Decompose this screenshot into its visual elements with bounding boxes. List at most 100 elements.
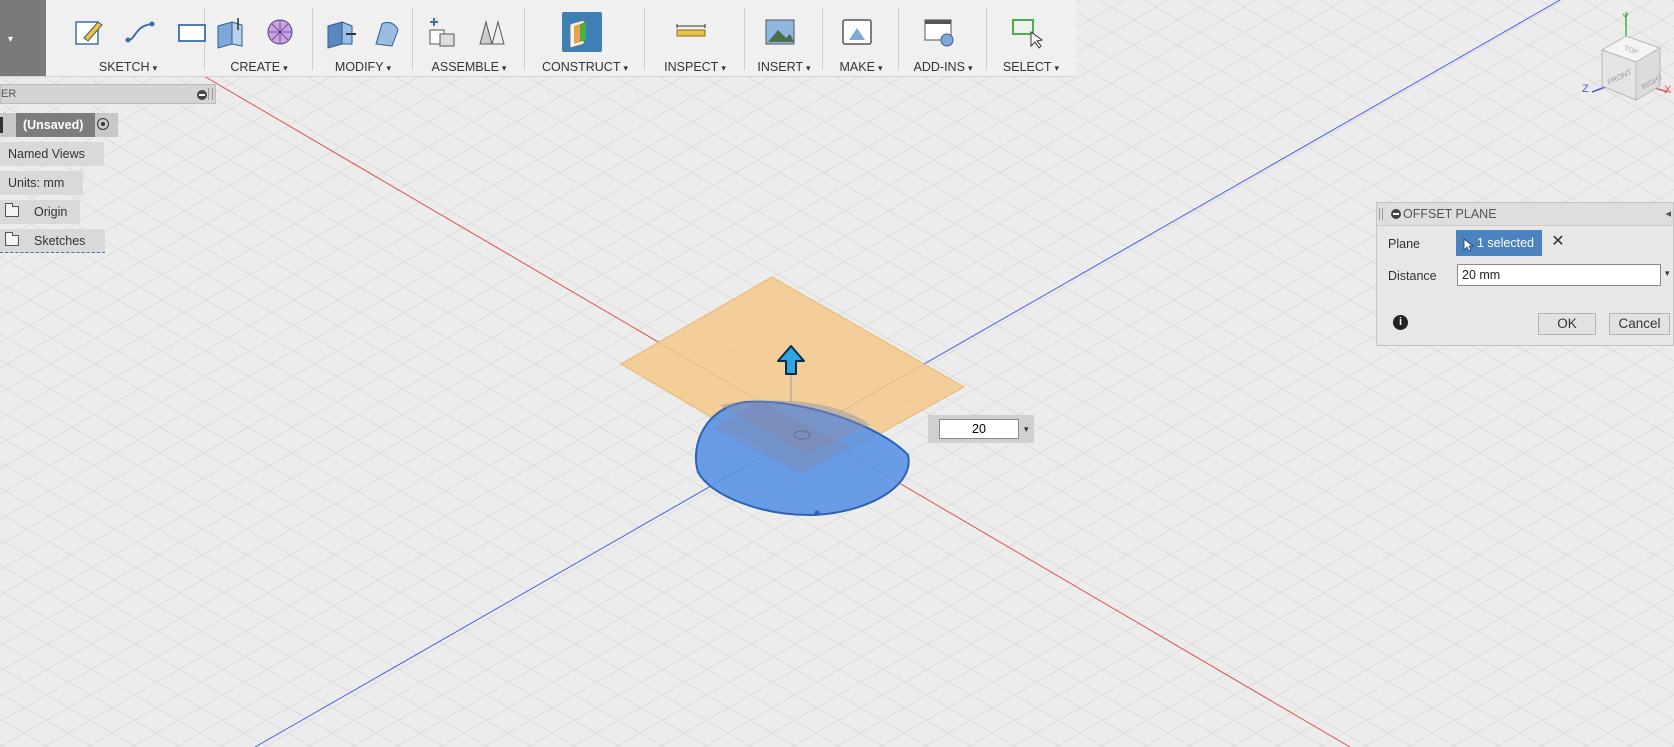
toolbar-group-select: SELECT ▾ — [988, 0, 1074, 76]
chevron-down-icon: ▾ — [967, 63, 973, 73]
chevron-down-icon: ▾ — [806, 63, 811, 73]
toolbar-group-modify: MODIFY ▾ — [314, 0, 412, 76]
toolbar-menu-make[interactable]: MAKE ▾ — [824, 60, 898, 74]
clear-selection-icon[interactable]: ✕ — [1549, 232, 1567, 252]
expand-arrow-icon[interactable] — [0, 117, 3, 133]
viewcube-y-label: Y — [1622, 12, 1630, 24]
insert-image-icon[interactable] — [760, 12, 800, 52]
browser-item-named-views[interactable]: Named Views — [0, 142, 104, 166]
chevron-down-icon[interactable]: ▾ — [1665, 268, 1670, 279]
new-component-icon[interactable] — [422, 12, 462, 52]
toolbar-menu-add-ins[interactable]: ADD-INS ▾ — [900, 60, 986, 74]
collapse-icon[interactable] — [1391, 209, 1401, 219]
toolbar-separator — [822, 8, 823, 70]
dialog-title: OFFSET PLANE — [1403, 207, 1497, 221]
toolbar-menu-label: SKETCH — [98, 60, 150, 74]
browser-item-label: Sketches — [34, 234, 86, 248]
browser-item-origin[interactable]: Origin — [0, 200, 80, 224]
toolbar-menu-label: CREATE — [230, 60, 281, 74]
line-icon[interactable] — [120, 12, 160, 52]
browser-item-sketches[interactable]: Sketches — [0, 229, 105, 253]
create-sketch-icon[interactable] — [68, 12, 108, 52]
toolbar-group-sketch: SKETCH ▾ — [52, 0, 206, 76]
dialog-header[interactable]: OFFSET PLANE ◂ — [1377, 203, 1673, 226]
toolbar-separator — [644, 8, 645, 70]
chevron-down-icon: ▾ — [877, 63, 883, 73]
toolbar-separator — [744, 8, 745, 70]
select-icon[interactable] — [1007, 12, 1047, 52]
toolbar-menu-label: ASSEMBLE — [431, 60, 499, 74]
expand-icon[interactable]: ◂ — [1665, 207, 1671, 220]
browser-item-label: Origin — [34, 205, 68, 219]
toolbar-group-inspect: INSPECT ▾ — [646, 0, 744, 76]
collapse-icon[interactable] — [197, 90, 207, 100]
grip-handle[interactable] — [208, 88, 213, 100]
toolbar-menu-select[interactable]: SELECT ▾ — [988, 60, 1074, 74]
toolbar-separator — [986, 8, 987, 70]
browser-item-label: Units: mm — [8, 176, 65, 190]
plane-selection-button[interactable]: 1 selected — [1456, 230, 1542, 256]
viewcube-z-label: Z — [1582, 83, 1589, 95]
profile-point — [814, 510, 820, 516]
toolbar-group-insert: INSERT ▾ — [746, 0, 822, 76]
offset-plane-dialog: OFFSET PLANE ◂ Plane 1 selected ✕ Distan… — [1376, 202, 1674, 346]
toolbar-menu-inspect[interactable]: INSPECT ▾ — [646, 60, 744, 74]
chevron-down-icon: ▾ — [283, 63, 288, 73]
distance-label: Distance — [1388, 269, 1437, 283]
offset-plane-icon[interactable] — [562, 12, 602, 52]
toolbar: ▾ SKETCH ▾ CREATE ▾ MODIFY ▾ ASSEMBLE ▾ CONSTRUC… — [0, 0, 1076, 77]
canvas-viewport[interactable] — [0, 0, 1674, 747]
toolbar-menu-create[interactable]: CREATE ▾ — [206, 60, 312, 74]
toolbar-group-create: CREATE ▾ — [206, 0, 312, 76]
activate-radio-icon[interactable] — [97, 118, 109, 130]
selection-count: 1 selected — [1477, 236, 1534, 250]
toolbar-menu-label: ADD-INS — [913, 60, 965, 74]
form-icon[interactable] — [260, 12, 300, 52]
ok-button[interactable]: OK — [1538, 313, 1596, 335]
browser-header: ER — [0, 84, 216, 104]
distance-manipulator-input[interactable] — [939, 419, 1019, 439]
cursor-arrow-icon — [1463, 235, 1475, 261]
toolbar-menu-label: INSPECT — [664, 60, 719, 74]
toolbar-separator — [524, 8, 525, 70]
toolbar-menu-construct[interactable]: CONSTRUCT ▾ — [526, 60, 644, 74]
toolbar-group-construct: CONSTRUCT ▾ — [526, 0, 644, 76]
distance-manipulator-box: ▾ — [928, 415, 1034, 443]
chevron-down-icon: ▾ — [501, 63, 507, 73]
folder-icon — [5, 232, 19, 246]
chevron-down-icon: ▾ — [8, 34, 14, 45]
extrude-icon[interactable] — [210, 12, 250, 52]
distance-input[interactable] — [1457, 264, 1661, 286]
viewcube[interactable]: Y Z X TOP FRONT RIGHT — [1578, 6, 1674, 106]
chevron-down-icon: ▾ — [721, 63, 726, 73]
toolbar-separator — [312, 8, 313, 70]
data-panel-button[interactable]: ▾ — [0, 0, 46, 76]
document-label: (Unsaved) — [16, 113, 95, 137]
browser-item-units[interactable]: Units: mm — [0, 171, 83, 195]
toolbar-menu-label: CONSTRUCT — [542, 60, 621, 74]
grip-handle[interactable] — [1379, 208, 1383, 220]
toolbar-group-add-ins: ADD-INS ▾ — [900, 0, 986, 76]
toolbar-group-make: MAKE ▾ — [824, 0, 898, 76]
scripts-addins-icon[interactable] — [919, 12, 959, 52]
info-icon[interactable]: i — [1393, 315, 1408, 330]
toolbar-menu-insert[interactable]: INSERT ▾ — [746, 60, 822, 74]
joint-icon[interactable] — [472, 12, 512, 52]
chevron-down-icon[interactable]: ▾ — [1024, 424, 1029, 435]
chevron-down-icon: ▾ — [386, 63, 392, 73]
measure-icon[interactable] — [671, 12, 711, 52]
browser-title: ER — [1, 88, 17, 100]
toolbar-menu-assemble[interactable]: ASSEMBLE ▾ — [414, 60, 524, 74]
press-pull-icon[interactable] — [320, 12, 360, 52]
toolbar-menu-sketch[interactable]: SKETCH ▾ — [52, 60, 204, 74]
3d-print-icon[interactable] — [837, 12, 877, 52]
plane-label: Plane — [1388, 237, 1420, 251]
chevron-down-icon: ▾ — [1054, 63, 1060, 73]
fillet-icon[interactable] — [366, 12, 406, 52]
toolbar-menu-label: INSERT — [757, 60, 804, 74]
toolbar-menu-label: SELECT — [1002, 60, 1052, 74]
toolbar-menu-modify[interactable]: MODIFY ▾ — [314, 60, 412, 74]
browser-document-node[interactable]: (Unsaved) — [0, 113, 118, 137]
toolbar-menu-label: MODIFY — [334, 60, 384, 74]
cancel-button[interactable]: Cancel — [1609, 313, 1670, 335]
